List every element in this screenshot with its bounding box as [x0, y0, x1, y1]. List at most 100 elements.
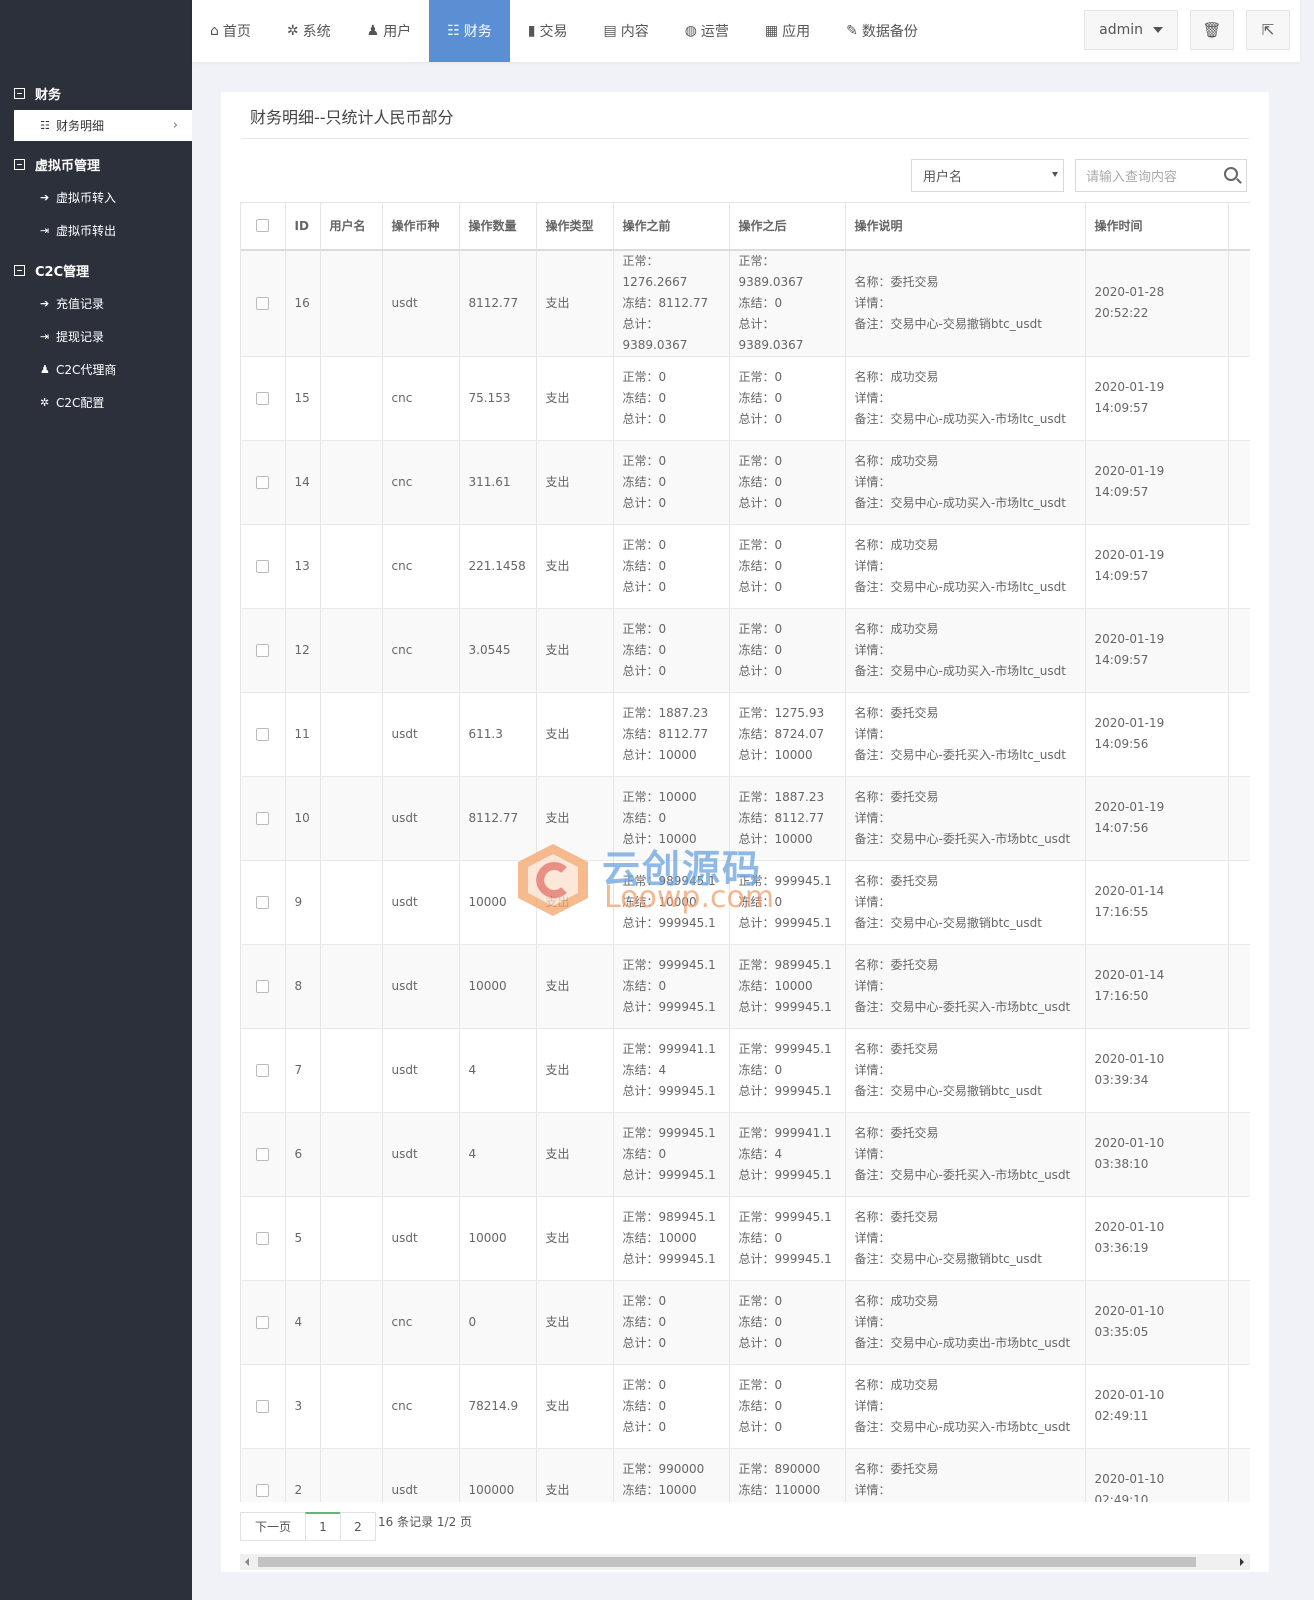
page-button[interactable]: 1	[305, 1512, 341, 1541]
sidebar-item[interactable]: ➔ 充值记录	[0, 287, 192, 320]
collapse-icon[interactable]	[14, 264, 25, 276]
row-checkbox[interactable]	[256, 391, 270, 405]
row-checkbox[interactable]	[256, 1231, 270, 1245]
cell-extra	[1228, 1448, 1250, 1502]
cell-line: 总计：9389.0367	[738, 316, 804, 352]
cell-user	[320, 1280, 383, 1365]
cell-line: 冻结：0	[738, 390, 783, 405]
cell-line: 总计：1000000	[739, 1501, 836, 1503]
cell-line: 冻结：0	[622, 1146, 667, 1161]
cell-id: 15	[285, 356, 321, 441]
sidebar-item-label: 财务明细	[56, 119, 105, 133]
cell-id: 11	[285, 692, 321, 777]
row-select-cell	[241, 608, 286, 693]
sidebar-group[interactable]: C2C管理	[0, 253, 192, 287]
row-checkbox[interactable]	[256, 1399, 270, 1413]
next-page-button[interactable]: 下一页	[240, 1512, 306, 1541]
cell-extra	[1228, 1280, 1250, 1365]
search-input[interactable]: 请输入查询内容	[1075, 159, 1247, 192]
cell-before: 正常：989945.1 冻结：10000 总计：999945.1	[613, 860, 730, 945]
row-checkbox[interactable]	[256, 979, 270, 993]
row-checkbox[interactable]	[256, 475, 270, 489]
search-icon[interactable]	[1224, 167, 1238, 181]
nav-tab[interactable]: ⌂ 首页	[192, 0, 269, 62]
row-checkbox[interactable]	[256, 895, 270, 909]
collapse-icon[interactable]	[14, 158, 25, 170]
nav-tab[interactable]: ☷ 财务	[429, 0, 510, 62]
nav-tab[interactable]: ◍ 运营	[667, 0, 747, 62]
sidebar-item[interactable]: ☷ 财务明细 ›	[14, 110, 192, 141]
sidebar-item[interactable]: ⇥ 虚拟币转出	[0, 214, 192, 247]
nav-tab[interactable]: ♟ 用户	[349, 0, 430, 62]
cell-line: 总计：0	[738, 1419, 783, 1434]
cell-line: 冻结：0	[738, 1062, 783, 1077]
nav-tab[interactable]: ▤ 内容	[585, 0, 666, 62]
cell-type: 支出	[536, 860, 614, 945]
row-checkbox[interactable]	[256, 1483, 270, 1497]
cell-line: 冻结：0	[738, 295, 783, 310]
cell-user	[320, 608, 383, 693]
cell-line: 详情：	[854, 390, 891, 405]
cell-type: 支出	[536, 944, 614, 1029]
nav-tab[interactable]: ▮ 交易	[510, 0, 586, 62]
sidebar-group-label: 虚拟币管理	[35, 158, 101, 174]
sidebar-item-label: C2C代理商	[56, 363, 117, 377]
cell-desc: 名称：成功交易 详情： 备注：交易中心-成功买入-市场ltc_usdt	[845, 524, 1086, 609]
cell-id: 2	[285, 1448, 321, 1502]
nav-tab[interactable]: ✎ 数据备份	[828, 0, 936, 62]
logout-button[interactable]: ⇱	[1246, 10, 1290, 50]
cell-user	[320, 860, 383, 945]
cell-line: 备注：交易中心-交易撤销btc_usdt	[854, 1083, 1042, 1098]
select-all-checkbox[interactable]	[256, 219, 270, 233]
cell-line: 名称：成功交易	[854, 537, 939, 552]
row-checkbox[interactable]	[256, 559, 270, 573]
cell-after: 正常：0 冻结：0 总计：0	[729, 1280, 846, 1365]
sidebar-item[interactable]: ✲ C2C配置	[0, 386, 192, 419]
sidebar-item[interactable]: ⇥ 提现记录	[0, 320, 192, 353]
cell-before: 正常：1276.2667 冻结：8112.77 总计：9389.0367	[613, 249, 730, 357]
scroll-left-icon[interactable]	[245, 1558, 249, 1566]
cell-before: 正常：0 冻结：0 总计：0	[613, 440, 730, 525]
cell-line: 正常：989945.1	[622, 873, 716, 888]
cell-line: 正常：890000	[738, 1461, 821, 1476]
user-menu-button[interactable]: admin	[1084, 10, 1178, 50]
cell-line: 详情：	[854, 1398, 891, 1413]
scrollbar-thumb[interactable]	[258, 1557, 1196, 1567]
cell-coin: usdt	[382, 1448, 460, 1502]
cell-line: 总计：999945.1	[622, 999, 716, 1014]
row-checkbox[interactable]	[256, 1147, 270, 1161]
sidebar-group[interactable]: 虚拟币管理	[0, 147, 192, 181]
row-checkbox[interactable]	[256, 296, 270, 310]
nav-tab[interactable]: ▦ 应用	[747, 0, 828, 62]
sidebar-item[interactable]: ➔ 虚拟币转入	[0, 181, 192, 214]
table-row: 12 cnc 3.0545 支出 正常：0 冻结：0 总计：0 正常：0 冻结：0 总计：0 名称：…	[241, 608, 1250, 693]
cell-line: 正常：999941.1	[622, 1041, 716, 1056]
sidebar-group[interactable]: 财务	[0, 76, 192, 110]
cell-coin: cnc	[382, 356, 460, 441]
cell-time: 2020-01-19 14:09:57	[1085, 524, 1229, 609]
row-checkbox[interactable]	[256, 727, 270, 741]
page-button[interactable]: 2	[340, 1512, 376, 1541]
collapse-icon[interactable]	[14, 87, 25, 99]
row-checkbox[interactable]	[256, 1063, 270, 1077]
cell-line: 名称：成功交易	[854, 1377, 939, 1392]
row-select-cell	[241, 1196, 286, 1281]
table-row: 15 cnc 75.153 支出 正常：0 冻结：0 总计：0 正常：0 冻结：0 总计：0 名称：…	[241, 356, 1250, 441]
scroll-right-icon[interactable]	[1240, 1558, 1244, 1566]
row-checkbox[interactable]	[256, 811, 270, 825]
cell-line: 冻结：4	[622, 1062, 667, 1077]
cell-line: 名称：成功交易	[854, 453, 939, 468]
cell-before: 正常：999941.1 冻结：4 总计：999945.1	[613, 1028, 730, 1113]
search-field-select[interactable]: 用户名	[911, 159, 1064, 192]
nav-tab[interactable]: ✲ 系统	[269, 0, 349, 62]
horizontal-scrollbar[interactable]	[240, 1554, 1250, 1570]
cell-line: 名称：委托交易	[854, 1041, 939, 1056]
cell-desc: 名称：委托交易 详情： 备注：交易中心-委托买入-市场ltc_usdt	[845, 692, 1086, 777]
caret-down-icon	[1153, 27, 1163, 33]
row-checkbox[interactable]	[256, 1315, 270, 1329]
sidebar-item[interactable]: ♟ C2C代理商	[0, 353, 192, 386]
row-checkbox[interactable]	[256, 643, 270, 657]
cell-extra	[1228, 944, 1250, 1029]
clear-cache-button[interactable]: 🗑	[1190, 10, 1234, 50]
cell-before: 正常：999945.1 冻结：0 总计：999945.1	[613, 1112, 730, 1197]
